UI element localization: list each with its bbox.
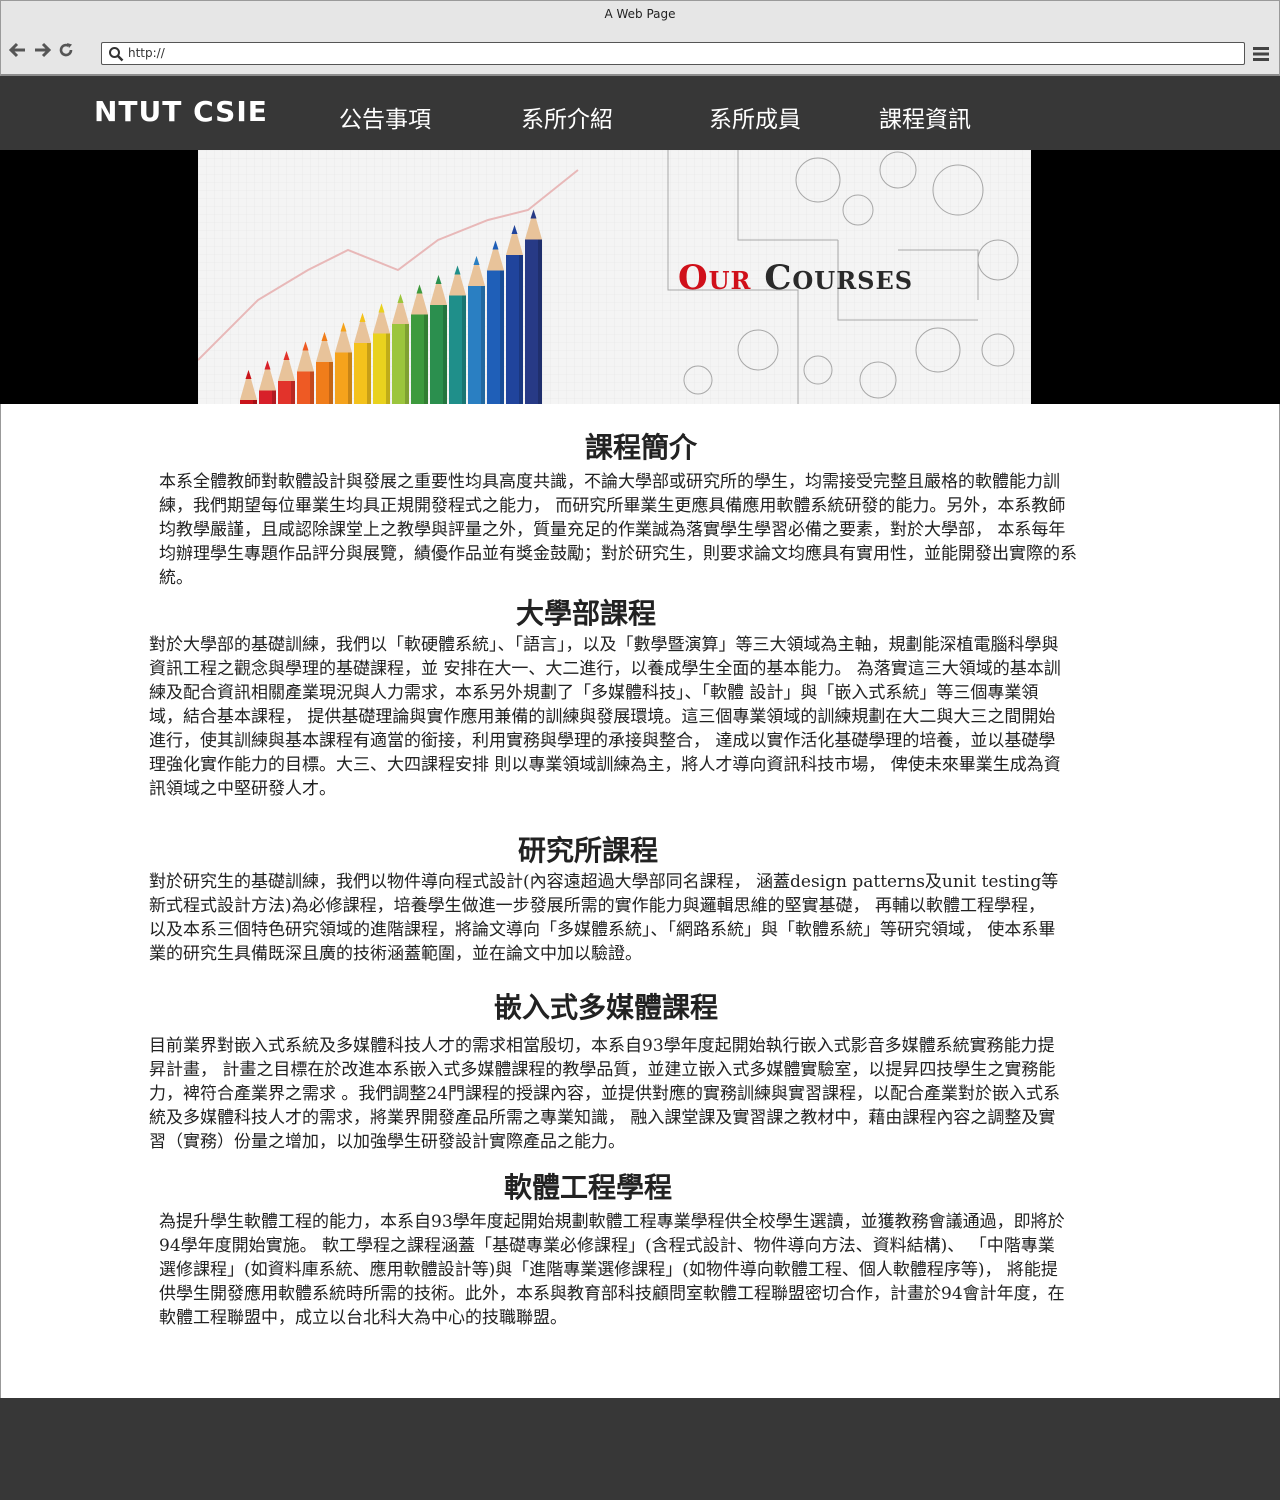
section-body-embedded-multimedia: 目前業界對嵌入式系統及多媒體科技人才的需求相當殷切，本系自93學年度起開始執行嵌… xyxy=(149,1036,1061,1152)
section-title-undergraduate: 大學部課程 xyxy=(515,597,656,630)
banner-title-courses: Courses xyxy=(764,258,914,298)
nav-buttons xyxy=(9,41,75,59)
pencil-shade xyxy=(367,343,371,404)
pencil-shade xyxy=(500,270,504,404)
pencil-shade xyxy=(519,255,523,404)
site-header: NTUT CSIE 公告事項 系所介紹 系所成員 課程資訊 xyxy=(0,76,1280,150)
address-bar[interactable]: http:// xyxy=(101,42,1245,65)
pencil-shade xyxy=(443,305,447,404)
section-body-undergraduate: 對於大學部的基礎訓練，我們以「軟硬體系統」、「語言」，以及「數學暨演算」等三大領… xyxy=(149,635,1061,799)
forward-arrow-icon[interactable] xyxy=(33,41,51,59)
section-body-course-overview: 本系全體教師對軟體設計與發展之重要性均具高度共識，不論大學部或研究所的學生，均需… xyxy=(159,472,1077,588)
pencil-shade xyxy=(310,371,314,404)
back-arrow-icon[interactable] xyxy=(9,41,27,59)
pencil-shade xyxy=(405,324,409,404)
section-body-software-engineering: 為提升學生軟體工程的能力，本系自93學年度起開始規劃軟體工程專業學程供全校學生選… xyxy=(159,1212,1065,1328)
section-title-course-overview: 課程簡介 xyxy=(584,431,697,464)
banner-image: Our Courses xyxy=(198,150,1031,404)
section-body-graduate: 對於研究生的基礎訓練，我們以物件導向程式設計(內容遠超過大學部同名課程， 涵蓋d… xyxy=(149,872,1059,964)
pencil-shade xyxy=(424,314,428,404)
site-logo[interactable]: NTUT CSIE xyxy=(94,95,268,128)
main-content: 課程簡介 本系全體教師對軟體設計與發展之重要性均具高度共識，不論大學部或研究所的… xyxy=(0,404,1280,1398)
pencil-shade xyxy=(348,352,352,404)
site-footer xyxy=(0,1398,1280,1500)
url-text: http:// xyxy=(128,46,165,60)
reload-icon[interactable] xyxy=(57,41,75,59)
section-title-software-engineering: 軟體工程學程 xyxy=(503,1171,672,1204)
pencil-shade xyxy=(386,333,390,404)
nav-item-announcements[interactable]: 公告事項 xyxy=(339,100,431,134)
nav-item-department-members[interactable]: 系所成員 xyxy=(709,100,801,134)
browser-chrome: A Web Page http:// xyxy=(0,0,1280,76)
pencil-shade xyxy=(291,381,295,404)
banner-title-our: Our xyxy=(678,258,752,298)
pencil-shade xyxy=(272,390,276,404)
pencil-shade xyxy=(329,362,333,404)
pencil-shade xyxy=(538,239,542,404)
window-title: A Web Page xyxy=(604,7,676,21)
section-title-graduate: 研究所課程 xyxy=(517,834,658,867)
nav-item-course-info[interactable]: 課程資訊 xyxy=(879,100,971,134)
hamburger-menu-icon[interactable] xyxy=(1252,45,1270,67)
section-title-embedded-multimedia: 嵌入式多媒體課程 xyxy=(493,991,718,1024)
nav-item-department-intro[interactable]: 系所介紹 xyxy=(521,100,613,134)
banner-title: Our Courses xyxy=(678,258,913,298)
hero-banner: Our Courses xyxy=(0,150,1280,404)
search-icon xyxy=(108,46,124,66)
pencil-shade xyxy=(462,295,466,404)
pencil-shade xyxy=(481,286,485,404)
